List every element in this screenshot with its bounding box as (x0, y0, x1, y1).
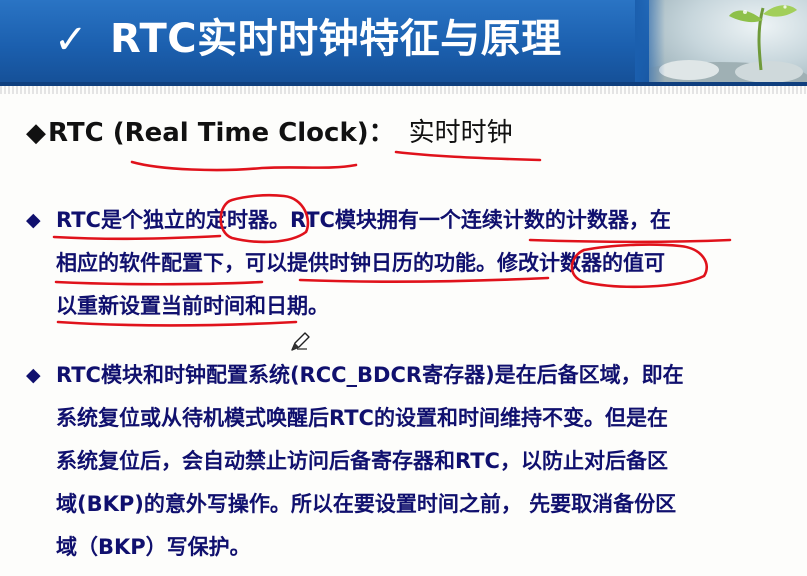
sprout-icon (649, 5, 807, 86)
paragraph-1: ◆ RTC是个独立的定时器。RTC模块拥有一个连续计数的计数器，在 相应的软件配… (26, 199, 791, 328)
diamond-bullet-icon: ◆ (26, 364, 41, 386)
paragraph-2-line-2: 系统复位或从待机模式唤醒后RTC的设置和时间维持不变。但是在 (56, 406, 668, 430)
title-divider (0, 86, 807, 94)
pen-cursor-icon (291, 332, 310, 351)
diamond-bullet-icon: ◆ (26, 209, 41, 231)
paragraph-1-line-1: RTC是个独立的定时器。RTC模块拥有一个连续计数的计数器，在 (56, 208, 671, 232)
sprout-photo (649, 0, 807, 86)
title-check-icon: ✓ (54, 17, 88, 63)
underline-realtime-clock (394, 150, 542, 162)
paragraph-2-line-1: RTC模块和时钟配置系统(RCC_BDCR寄存器)是在后备区域，即在 (56, 363, 684, 387)
title-bar: ✓ RTC实时时钟特征与原理 (0, 0, 807, 86)
paragraph-2-line-5: 域（BKP）写保护。 (56, 535, 251, 559)
slide: ✓ RTC实时时钟特征与原理 ◆RTC (Real Time Clock)： 实时… (0, 0, 807, 576)
paragraph-2: ◆ RTC模块和时钟配置系统(RCC_BDCR寄存器)是在后备区域，即在 系统复… (26, 354, 791, 569)
page-title: RTC实时时钟特征与原理 (110, 16, 562, 62)
paragraph-1-line-3: 以重新设置当前时间和日期。 (56, 294, 329, 318)
diamond-bullet-icon: ◆ (26, 118, 46, 148)
section-heading: ◆RTC (Real Time Clock)： 实时时钟 (26, 115, 513, 151)
heading-label: RTC (Real Time Clock)： (48, 118, 395, 148)
paragraph-1-line-2: 相应的软件配置下，可以提供时钟日历的功能。修改计数器的值可 (56, 251, 665, 275)
paragraph-2-line-4: 域(BKP)的意外写操作。所以在要设置时间之前， 先要取消备份区 (56, 492, 677, 516)
paragraph-2-line-3: 系统复位后，会自动禁止访问后备寄存器和RTC，以防止对后备区 (56, 449, 668, 473)
underline-rtc-heading (130, 160, 358, 172)
photo-fade (635, 0, 665, 86)
heading-term: 实时时钟 (408, 118, 513, 148)
